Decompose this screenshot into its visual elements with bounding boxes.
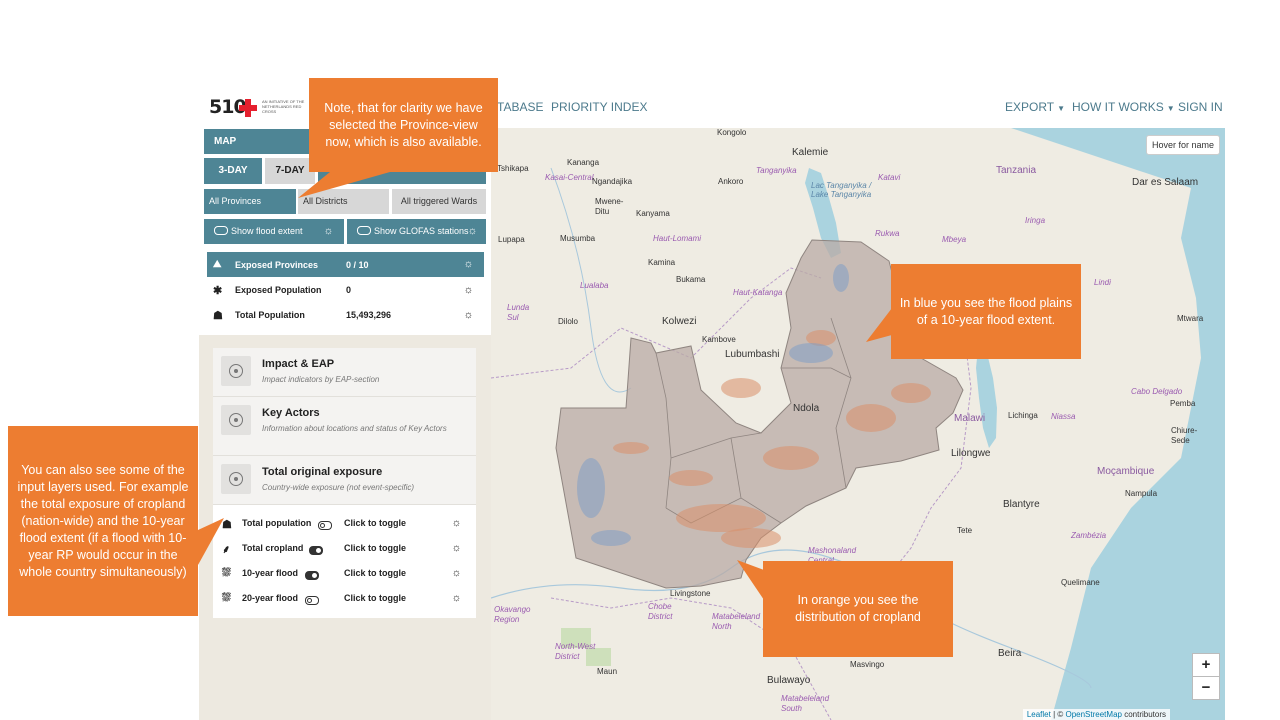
callout-pointer xyxy=(298,172,390,198)
callout-pointer xyxy=(198,518,224,565)
callout-province-view: Note, that for clarity we have selected … xyxy=(309,78,498,172)
callout-cropland: In orange you see the distribution of cr… xyxy=(763,561,953,657)
callout-pointer xyxy=(737,560,764,600)
callout-input-layers: You can also see some of the input layer… xyxy=(8,426,198,616)
callout-text: Note, that for clarity we have selected … xyxy=(324,100,483,149)
callout-text: You can also see some of the input layer… xyxy=(17,462,189,579)
callout-text: In orange you see the distribution of cr… xyxy=(795,593,921,624)
callout-flood-plains: In blue you see the flood plains of a 10… xyxy=(891,264,1081,359)
callout-text: In blue you see the flood plains of a 10… xyxy=(899,295,1073,327)
callout-pointer xyxy=(866,308,892,342)
